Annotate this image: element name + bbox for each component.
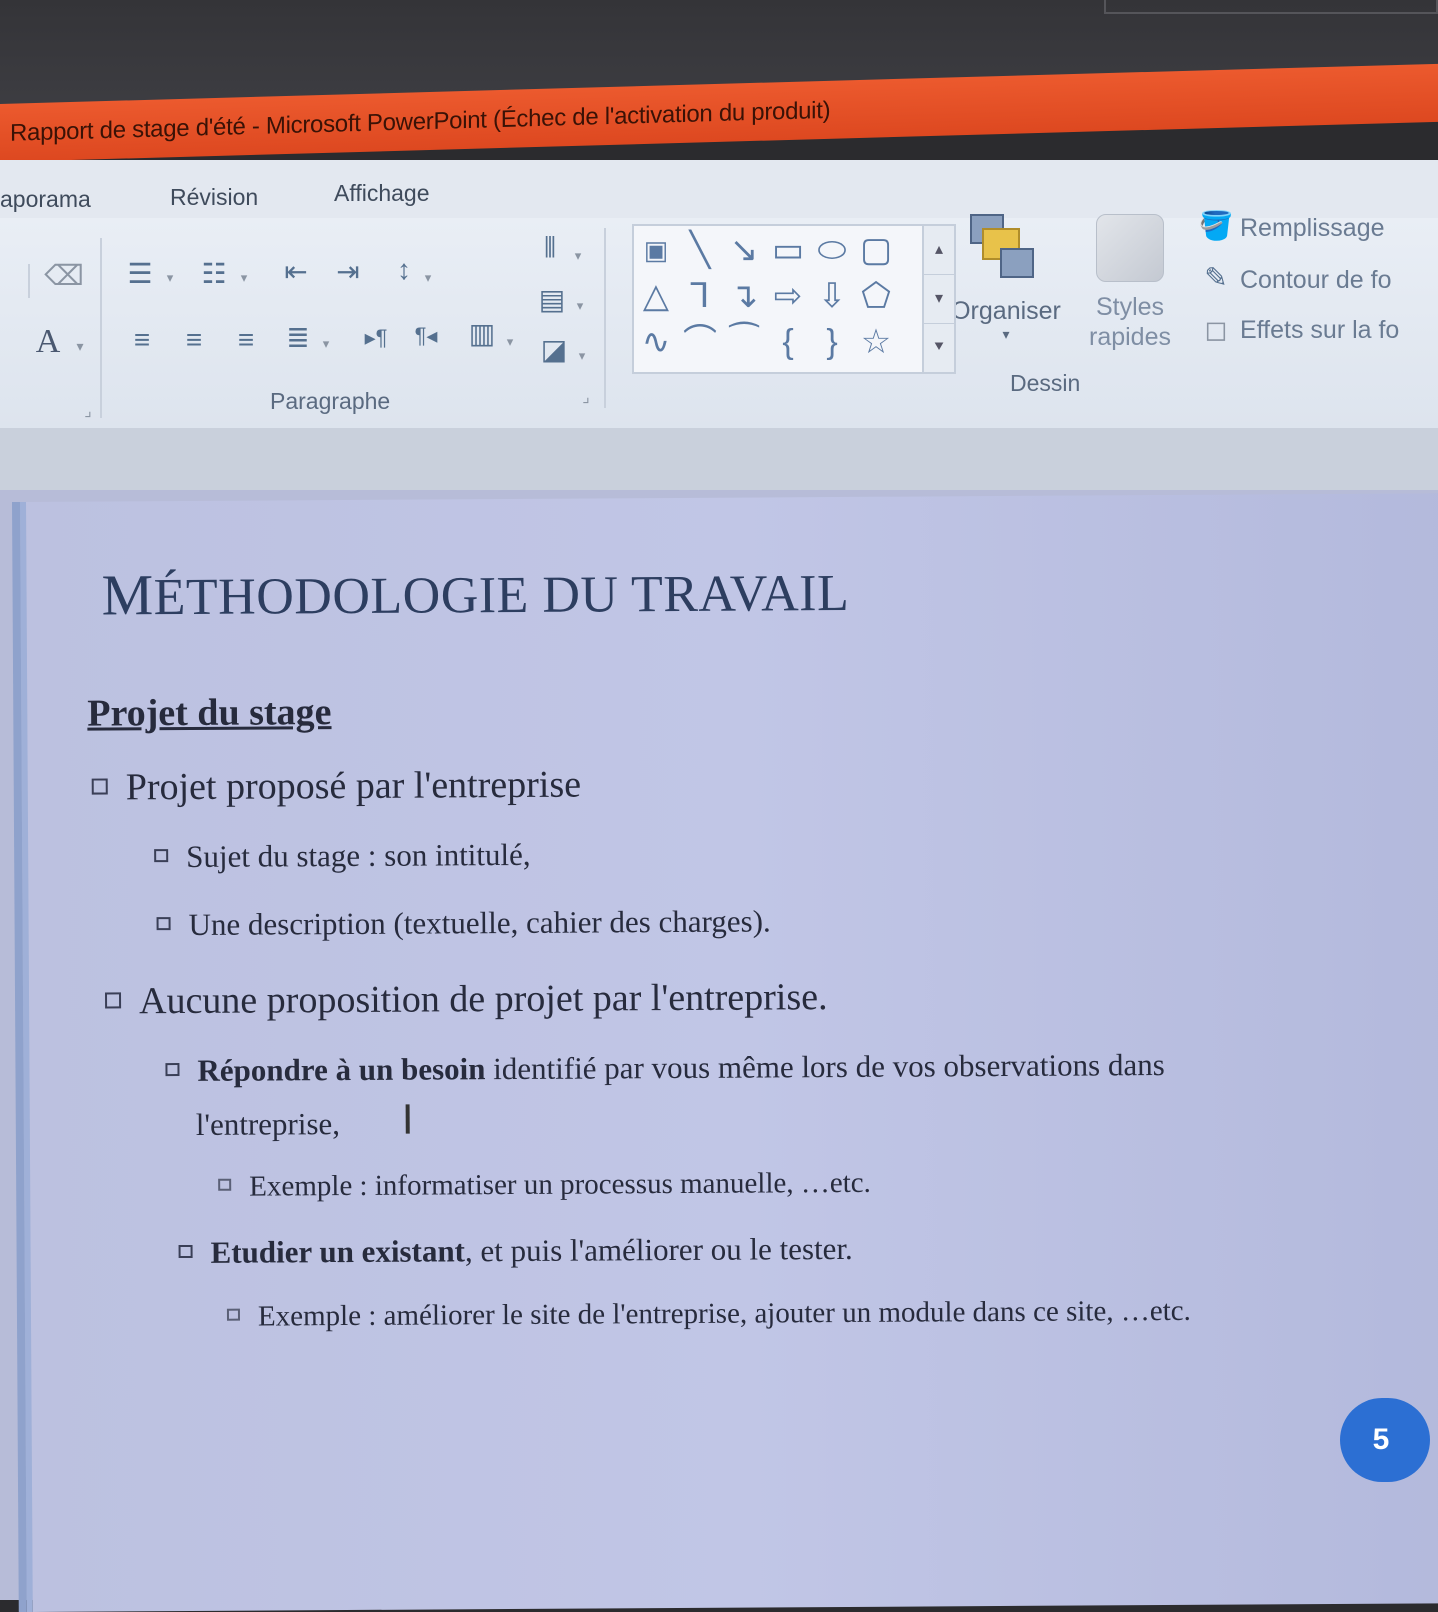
align-center-icon[interactable]: ≡ bbox=[174, 324, 214, 356]
chevron-down-icon[interactable]: ▾ bbox=[236, 262, 252, 294]
align-right-icon[interactable]: ≡ bbox=[226, 324, 266, 356]
arrow-line-icon[interactable]: ↘ bbox=[722, 230, 766, 270]
drawing-group-label: Dessin bbox=[1010, 370, 1081, 396]
chevron-down-icon[interactable]: ▾ bbox=[502, 326, 518, 358]
chevron-down-icon[interactable]: ▾ bbox=[318, 328, 334, 360]
paragraph-group-label: Paragraphe bbox=[270, 388, 391, 414]
list-item[interactable]: Répondre à un besoin identifié par vous … bbox=[165, 1047, 1165, 1089]
pencil-icon[interactable]: ✎ bbox=[1196, 262, 1236, 294]
chevron-down-icon: ▾ bbox=[1002, 326, 1010, 342]
tab-affichage[interactable]: Affichage bbox=[334, 180, 429, 207]
bullet-icon bbox=[104, 992, 122, 1009]
slide[interactable]: MÉTHODOLOGIE DU TRAVAIL Projet du stage … bbox=[12, 493, 1438, 1612]
quick-styles-icon bbox=[1096, 214, 1164, 282]
line-spacing-icon[interactable]: ↕ bbox=[384, 254, 424, 286]
bullet-icon bbox=[154, 849, 169, 863]
list-item[interactable]: Etudier un existant, et puis l'améliorer… bbox=[178, 1231, 853, 1271]
page-number-badge: 5 bbox=[1340, 1398, 1430, 1482]
left-brace-icon[interactable]: { bbox=[766, 322, 810, 362]
font-color-icon[interactable]: A bbox=[30, 325, 66, 359]
list-item[interactable]: Sujet du stage : son intitulé, bbox=[154, 837, 531, 875]
oval-icon[interactable]: ⬭ bbox=[810, 230, 854, 270]
rapides-label: rapides bbox=[1089, 323, 1171, 351]
increase-indent-icon[interactable]: ⇥ bbox=[328, 256, 368, 288]
ltr-icon[interactable]: ▸¶ bbox=[356, 322, 396, 354]
text-box-icon[interactable]: ▣ bbox=[634, 230, 678, 270]
rounded-rectangle-icon[interactable]: ▢ bbox=[854, 230, 898, 270]
scroll-up-icon[interactable]: ▴ bbox=[924, 226, 954, 275]
convert-smartart-icon[interactable]: ◪ bbox=[534, 334, 574, 366]
chevron-down-icon[interactable]: ▾ bbox=[574, 340, 590, 372]
columns-icon[interactable]: ▥ bbox=[462, 318, 502, 350]
justify-icon[interactable]: ≣ bbox=[278, 322, 318, 354]
right-arrow-icon[interactable]: ⇨ bbox=[766, 276, 810, 316]
line-icon[interactable]: ╲ bbox=[678, 230, 722, 270]
scroll-down-icon[interactable]: ▾ bbox=[924, 275, 954, 324]
triangle-icon[interactable]: △ bbox=[634, 276, 678, 316]
bullet-icon bbox=[226, 1309, 241, 1322]
dialog-launcher-icon[interactable]: ⌟ bbox=[78, 396, 98, 428]
align-left-icon[interactable]: ≡ bbox=[122, 324, 162, 356]
separator bbox=[100, 238, 102, 418]
list-item[interactable]: Aucune proposition de projet par l'entre… bbox=[104, 975, 828, 1023]
bullet-icon bbox=[178, 1245, 193, 1259]
gallery-scrollbar[interactable]: ▴ ▾ ⯆ bbox=[922, 226, 954, 372]
clear-formatting-icon[interactable]: ⌫ bbox=[44, 260, 84, 292]
organize-label: Organiser bbox=[951, 297, 1061, 325]
bullet-icon bbox=[165, 1063, 180, 1077]
rtl-icon[interactable]: ¶◂ bbox=[406, 320, 446, 352]
list-item[interactable]: Exemple : informatiser un processus manu… bbox=[218, 1167, 871, 1204]
align-text-icon[interactable]: ▤ bbox=[532, 284, 572, 316]
shape-fill-button[interactable]: Remplissage bbox=[1240, 214, 1385, 243]
text-direction-icon[interactable]: ⫴ bbox=[530, 232, 570, 264]
quick-styles-button[interactable]: Styles rapides bbox=[1074, 214, 1186, 352]
tab-revision[interactable]: Révision bbox=[170, 184, 258, 211]
shapes-gallery: ▣ ╲ ↘ ▭ ⬭ ▢ △ Ꞁ ↴ ⇨ ⇩ ⬠ ∿ ⌒ ⁀ { } ☆ ▴ ▾ … bbox=[632, 224, 956, 374]
organize-button[interactable]: Organiser ▾ bbox=[944, 214, 1068, 342]
section-heading[interactable]: Projet du stage bbox=[87, 690, 331, 735]
styles-label: Styles bbox=[1095, 293, 1165, 321]
shape-effects-icon[interactable]: ◻ bbox=[1196, 314, 1236, 346]
chevron-down-icon[interactable]: ▾ bbox=[72, 330, 88, 362]
window-title: Rapport de stage d'été - Microsoft Power… bbox=[10, 96, 831, 147]
bezel-frame bbox=[1104, 0, 1438, 14]
bullet-icon bbox=[91, 778, 108, 795]
right-brace-icon[interactable]: } bbox=[810, 322, 854, 362]
list-item-continuation[interactable]: l'entreprise, bbox=[196, 1106, 340, 1143]
chevron-down-icon[interactable]: ▾ bbox=[420, 262, 436, 294]
curve-icon[interactable]: ⁀ bbox=[722, 322, 766, 362]
dialog-launcher-icon[interactable]: ⌟ bbox=[576, 382, 596, 414]
arc-icon[interactable]: ⌒ bbox=[678, 322, 722, 362]
elbow-arrow-connector-icon[interactable]: ↴ bbox=[722, 276, 766, 316]
separator bbox=[604, 228, 606, 408]
separator bbox=[28, 264, 30, 298]
paint-bucket-icon[interactable]: 🪣 bbox=[1196, 210, 1236, 242]
bullets-icon[interactable]: ☰ bbox=[120, 258, 160, 290]
snip-rectangle-icon[interactable]: ⬠ bbox=[854, 276, 898, 316]
shape-outline-button[interactable]: Contour de fo bbox=[1240, 266, 1392, 295]
bullet-icon bbox=[156, 917, 171, 931]
list-item[interactable]: Projet proposé par l'entreprise bbox=[91, 763, 582, 810]
text-cursor-icon: I bbox=[401, 1097, 414, 1144]
tab-diaporama[interactable]: aporama bbox=[0, 186, 91, 213]
chevron-down-icon[interactable]: ▾ bbox=[162, 262, 178, 294]
more-shapes-icon[interactable]: ⯆ bbox=[924, 324, 954, 372]
numbering-icon[interactable]: ☷ bbox=[194, 258, 234, 290]
rectangle-icon[interactable]: ▭ bbox=[766, 230, 810, 270]
star-icon[interactable]: ☆ bbox=[854, 322, 898, 362]
slide-title[interactable]: MÉTHODOLOGIE DU TRAVAIL bbox=[101, 557, 849, 629]
elbow-connector-icon[interactable]: Ꞁ bbox=[678, 276, 722, 316]
chevron-down-icon[interactable]: ▾ bbox=[572, 290, 588, 322]
shape-effects-button[interactable]: Effets sur la fo bbox=[1240, 316, 1399, 345]
arrange-icon bbox=[944, 214, 1068, 284]
freeform-icon[interactable]: ∿ bbox=[634, 322, 678, 362]
down-arrow-icon[interactable]: ⇩ bbox=[810, 276, 854, 316]
decrease-indent-icon[interactable]: ⇤ bbox=[276, 256, 316, 288]
list-item[interactable]: Une description (textuelle, cahier des c… bbox=[156, 903, 771, 943]
list-item[interactable]: Exemple : améliorer le site de l'entrepr… bbox=[226, 1295, 1191, 1334]
bullet-icon bbox=[218, 1179, 232, 1192]
chevron-down-icon[interactable]: ▾ bbox=[570, 240, 586, 272]
